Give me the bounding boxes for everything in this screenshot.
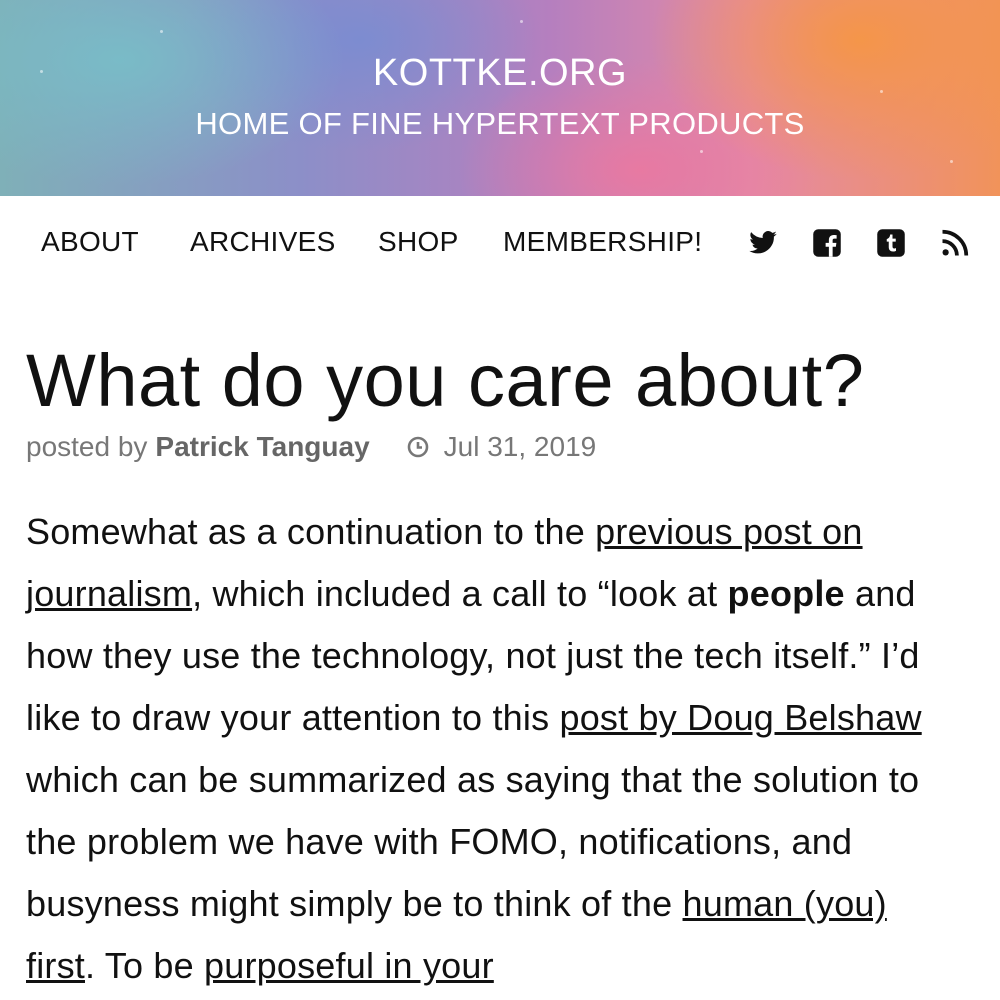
posted-by-label: posted by [26, 431, 148, 463]
banner-speck [950, 160, 953, 163]
post-title[interactable]: What do you care about? [26, 340, 966, 422]
main-nav: ABOUT ARCHIVES SHOP MEMBERSHIP! [0, 196, 1000, 292]
post-date[interactable]: Jul 31, 2019 [444, 431, 597, 463]
twitter-icon[interactable] [748, 228, 778, 258]
body-text-segment: Somewhat as a continuation to the [26, 511, 596, 553]
nav-about[interactable]: ABOUT [41, 226, 139, 258]
clock-icon [407, 437, 428, 458]
nav-membership[interactable]: MEMBERSHIP! [503, 226, 702, 258]
tumblr-icon[interactable] [876, 228, 906, 258]
post-body: Somewhat as a continuation to the previo… [26, 501, 966, 997]
site-title[interactable]: KOTTKE.ORG [0, 52, 1000, 95]
purposeful-link[interactable]: purposeful in your [204, 945, 494, 986]
banner-speck [160, 30, 163, 33]
facebook-icon[interactable] [812, 228, 842, 258]
post-meta: posted by Patrick Tanguay Jul 31, 2019 [26, 431, 966, 463]
nav-archives[interactable]: ARCHIVES [190, 226, 336, 258]
nav-shop[interactable]: SHOP [378, 226, 459, 258]
post-content: What do you care about? posted by Patric… [26, 340, 966, 997]
doug-belshaw-link[interactable]: post by Doug Belshaw [559, 697, 921, 738]
body-text-segment: , which included a call to “look at [192, 573, 728, 615]
emphasis-people: people [727, 573, 845, 615]
rss-icon[interactable] [940, 228, 970, 258]
body-text-segment: . To be [85, 945, 205, 987]
banner-speck [700, 150, 703, 153]
post-author[interactable]: Patrick Tanguay [155, 431, 369, 463]
site-tagline: HOME OF FINE HYPERTEXT PRODUCTS [195, 106, 805, 141]
banner-speck [520, 20, 523, 23]
site-banner: KOTTKE.ORG HOME OF FINE HYPERTEXT PRODUC… [0, 0, 1000, 196]
